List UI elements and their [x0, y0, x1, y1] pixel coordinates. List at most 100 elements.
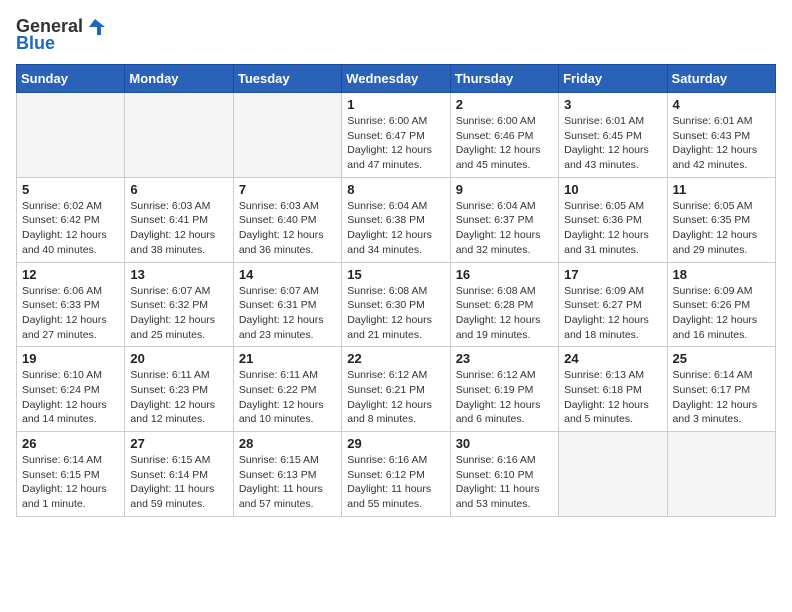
- table-row: [125, 93, 233, 178]
- day-info: Sunrise: 6:05 AMSunset: 6:35 PMDaylight:…: [673, 199, 770, 258]
- table-row: 3Sunrise: 6:01 AMSunset: 6:45 PMDaylight…: [559, 93, 667, 178]
- day-number: 9: [456, 182, 553, 197]
- day-info: Sunrise: 6:08 AMSunset: 6:28 PMDaylight:…: [456, 284, 553, 343]
- day-info: Sunrise: 6:09 AMSunset: 6:26 PMDaylight:…: [673, 284, 770, 343]
- col-header-wednesday: Wednesday: [342, 65, 450, 93]
- table-row: 22 Sunrise: 6:12 AMSunset: 6:21 PMDayligh…: [342, 347, 450, 432]
- table-row: 27Sunrise: 6:15 AMSunset: 6:14 PMDayligh…: [125, 432, 233, 517]
- table-row: 19 Sunrise: 6:10 AMSunset: 6:24 PMDayligh…: [17, 347, 125, 432]
- day-info: Sunrise: 6:16 AMSunset: 6:10 PMDaylight:…: [456, 453, 553, 512]
- table-row: 30 Sunrise: 6:16 AMSunset: 6:10 PMDayligh…: [450, 432, 558, 517]
- table-row: [667, 432, 775, 517]
- table-row: 15 Sunrise: 6:08 AMSunset: 6:30 PMDayligh…: [342, 262, 450, 347]
- table-row: 11 Sunrise: 6:05 AMSunset: 6:35 PMDayligh…: [667, 177, 775, 262]
- day-info: Sunrise: 6:15 AMSunset: 6:14 PMDaylight:…: [130, 453, 227, 512]
- day-info: Sunrise: 6:14 AMSunset: 6:17 PMDaylight:…: [673, 368, 770, 427]
- day-info: Sunrise: 6:08 AMSunset: 6:30 PMDaylight:…: [347, 284, 444, 343]
- day-number: 26: [22, 436, 119, 451]
- day-number: 18: [673, 267, 770, 282]
- day-info: Sunrise: 6:14 AMSunset: 6:15 PMDaylight:…: [22, 453, 119, 512]
- table-row: 1 Sunrise: 6:00 AMSunset: 6:47 PMDaylight…: [342, 93, 450, 178]
- day-info: Sunrise: 6:06 AMSunset: 6:33 PMDaylight:…: [22, 284, 119, 343]
- logo-bird-icon: [85, 17, 105, 37]
- day-info: Sunrise: 6:01 AMSunset: 6:45 PMDaylight:…: [564, 114, 661, 173]
- day-number: 10: [564, 182, 661, 197]
- table-row: 4 Sunrise: 6:01 AMSunset: 6:43 PMDaylight…: [667, 93, 775, 178]
- table-row: [559, 432, 667, 517]
- day-number: 4: [673, 97, 770, 112]
- day-info: Sunrise: 6:00 AMSunset: 6:47 PMDaylight:…: [347, 114, 444, 173]
- day-number: 19: [22, 351, 119, 366]
- col-header-tuesday: Tuesday: [233, 65, 341, 93]
- table-row: 10Sunrise: 6:05 AMSunset: 6:36 PMDayligh…: [559, 177, 667, 262]
- table-row: 26 Sunrise: 6:14 AMSunset: 6:15 PMDayligh…: [17, 432, 125, 517]
- day-info: Sunrise: 6:15 AMSunset: 6:13 PMDaylight:…: [239, 453, 336, 512]
- day-number: 12: [22, 267, 119, 282]
- table-row: 7 Sunrise: 6:03 AMSunset: 6:40 PMDaylight…: [233, 177, 341, 262]
- day-number: 17: [564, 267, 661, 282]
- table-row: 23 Sunrise: 6:12 AMSunset: 6:19 PMDayligh…: [450, 347, 558, 432]
- day-info: Sunrise: 6:07 AMSunset: 6:31 PMDaylight:…: [239, 284, 336, 343]
- day-info: Sunrise: 6:02 AMSunset: 6:42 PMDaylight:…: [22, 199, 119, 258]
- day-number: 29: [347, 436, 444, 451]
- day-info: Sunrise: 6:10 AMSunset: 6:24 PMDaylight:…: [22, 368, 119, 427]
- day-number: 1: [347, 97, 444, 112]
- table-row: 18 Sunrise: 6:09 AMSunset: 6:26 PMDayligh…: [667, 262, 775, 347]
- calendar-table: SundayMondayTuesdayWednesdayThursdayFrid…: [16, 64, 776, 517]
- table-row: 9 Sunrise: 6:04 AMSunset: 6:37 PMDaylight…: [450, 177, 558, 262]
- col-header-monday: Monday: [125, 65, 233, 93]
- day-number: 15: [347, 267, 444, 282]
- page-header: General Blue: [16, 16, 776, 54]
- day-info: Sunrise: 6:00 AMSunset: 6:46 PMDaylight:…: [456, 114, 553, 173]
- day-number: 14: [239, 267, 336, 282]
- table-row: 24 Sunrise: 6:13 AMSunset: 6:18 PMDayligh…: [559, 347, 667, 432]
- day-number: 21: [239, 351, 336, 366]
- logo-blue: Blue: [16, 33, 55, 54]
- day-info: Sunrise: 6:12 AMSunset: 6:19 PMDaylight:…: [456, 368, 553, 427]
- day-info: Sunrise: 6:16 AMSunset: 6:12 PMDaylight:…: [347, 453, 444, 512]
- day-number: 22: [347, 351, 444, 366]
- day-info: Sunrise: 6:07 AMSunset: 6:32 PMDaylight:…: [130, 284, 227, 343]
- day-info: Sunrise: 6:09 AMSunset: 6:27 PMDaylight:…: [564, 284, 661, 343]
- day-number: 11: [673, 182, 770, 197]
- table-row: [17, 93, 125, 178]
- logo-container: General Blue: [16, 16, 105, 54]
- table-row: 5Sunrise: 6:02 AMSunset: 6:42 PMDaylight…: [17, 177, 125, 262]
- day-number: 16: [456, 267, 553, 282]
- table-row: 12 Sunrise: 6:06 AMSunset: 6:33 PMDayligh…: [17, 262, 125, 347]
- day-info: Sunrise: 6:11 AMSunset: 6:22 PMDaylight:…: [239, 368, 336, 427]
- col-header-sunday: Sunday: [17, 65, 125, 93]
- logo: General Blue: [16, 16, 105, 54]
- table-row: 29 Sunrise: 6:16 AMSunset: 6:12 PMDayligh…: [342, 432, 450, 517]
- day-number: 8: [347, 182, 444, 197]
- day-info: Sunrise: 6:12 AMSunset: 6:21 PMDaylight:…: [347, 368, 444, 427]
- day-info: Sunrise: 6:04 AMSunset: 6:38 PMDaylight:…: [347, 199, 444, 258]
- day-number: 23: [456, 351, 553, 366]
- day-info: Sunrise: 6:03 AMSunset: 6:40 PMDaylight:…: [239, 199, 336, 258]
- table-row: 2Sunrise: 6:00 AMSunset: 6:46 PMDaylight…: [450, 93, 558, 178]
- day-info: Sunrise: 6:13 AMSunset: 6:18 PMDaylight:…: [564, 368, 661, 427]
- table-row: 16 Sunrise: 6:08 AMSunset: 6:28 PMDayligh…: [450, 262, 558, 347]
- day-number: 6: [130, 182, 227, 197]
- table-row: 6 Sunrise: 6:03 AMSunset: 6:41 PMDaylight…: [125, 177, 233, 262]
- col-header-friday: Friday: [559, 65, 667, 93]
- day-number: 25: [673, 351, 770, 366]
- table-row: 21 Sunrise: 6:11 AMSunset: 6:22 PMDayligh…: [233, 347, 341, 432]
- table-row: 17 Sunrise: 6:09 AMSunset: 6:27 PMDayligh…: [559, 262, 667, 347]
- day-info: Sunrise: 6:04 AMSunset: 6:37 PMDaylight:…: [456, 199, 553, 258]
- table-row: 25 Sunrise: 6:14 AMSunset: 6:17 PMDayligh…: [667, 347, 775, 432]
- table-row: 28 Sunrise: 6:15 AMSunset: 6:13 PMDayligh…: [233, 432, 341, 517]
- col-header-saturday: Saturday: [667, 65, 775, 93]
- day-number: 30: [456, 436, 553, 451]
- col-header-thursday: Thursday: [450, 65, 558, 93]
- day-info: Sunrise: 6:03 AMSunset: 6:41 PMDaylight:…: [130, 199, 227, 258]
- table-row: [233, 93, 341, 178]
- day-number: 13: [130, 267, 227, 282]
- day-info: Sunrise: 6:01 AMSunset: 6:43 PMDaylight:…: [673, 114, 770, 173]
- table-row: 20Sunrise: 6:11 AMSunset: 6:23 PMDayligh…: [125, 347, 233, 432]
- day-number: 28: [239, 436, 336, 451]
- day-number: 7: [239, 182, 336, 197]
- day-number: 24: [564, 351, 661, 366]
- calendar-header: SundayMondayTuesdayWednesdayThursdayFrid…: [17, 65, 776, 93]
- day-number: 20: [130, 351, 227, 366]
